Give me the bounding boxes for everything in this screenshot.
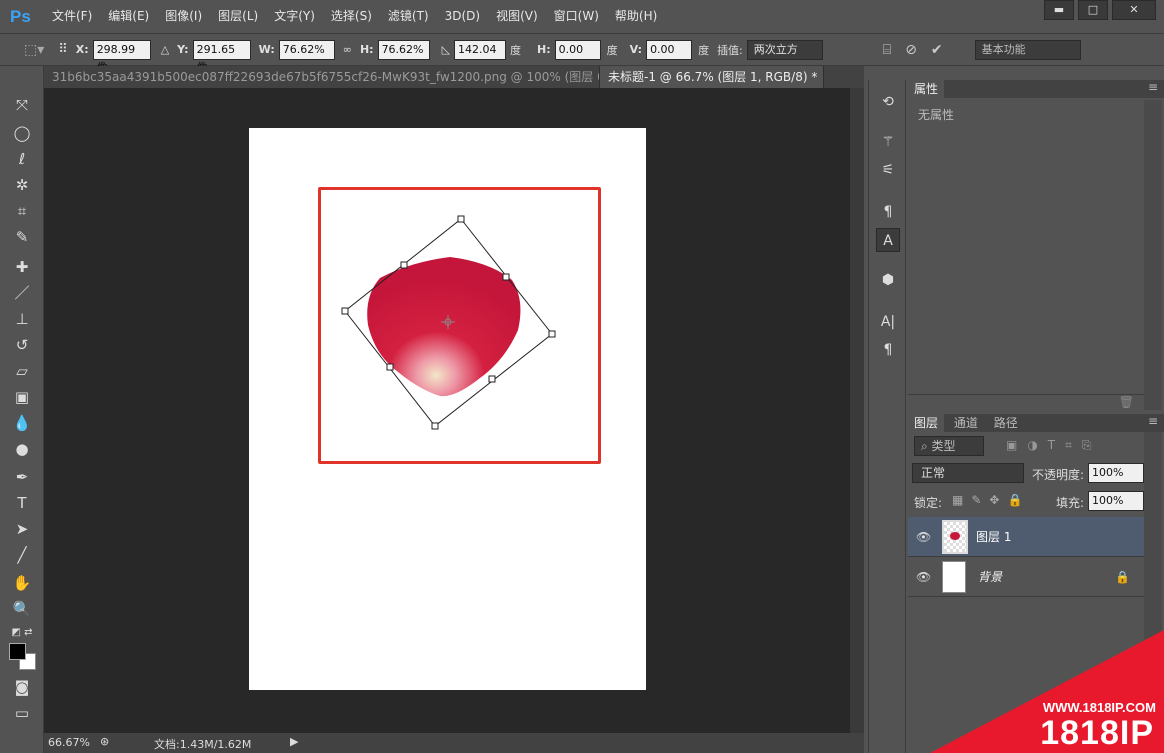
lock-icons[interactable]: ▦✎✥🔒 [952,493,1030,507]
opacity-field[interactable]: 100% [1088,463,1144,483]
transform-handle[interactable] [400,261,408,269]
tab-properties[interactable]: 属性 [908,80,945,98]
petal-thumb [950,531,960,540]
transform-handle[interactable] [502,273,510,281]
layer-filter-select[interactable]: ⌕ 类型 [914,436,984,456]
transform-handle[interactable] [431,422,439,430]
transform-handle[interactable] [457,215,465,223]
properties-empty: 无属性 [918,108,955,122]
trash-icon[interactable]: 🗑 [1119,395,1134,409]
transform-handle[interactable] [341,307,349,315]
paragraph-panel-icon[interactable]: ¶ [876,338,900,362]
layer-name[interactable]: 图层 1 [976,528,1011,545]
tab-paths[interactable]: 路径 [988,414,1024,432]
blend-mode-value: 正常 [921,466,946,480]
character-panel-icon[interactable]: A| [876,310,900,334]
layer-thumbnail [942,560,966,593]
layer-row-1[interactable]: 👁 图层 1 [908,517,1144,557]
lock-icon: 🔒 [1115,569,1130,584]
search-icon: ⌕ [921,439,932,453]
3d-panel-icon[interactable]: ⬢ [876,268,900,292]
panel-menu-icon[interactable]: ≡ [1148,414,1158,428]
layers-tabbar: 图层 通道 路径 ≡ [908,414,1164,432]
fill-label: 填充: [1056,496,1085,510]
history-panel-icon[interactable]: ⟲ [876,90,900,114]
layer-thumbnail [942,519,968,554]
document-size: 文档:1.43M/1.62M [154,738,252,751]
visibility-eye-icon[interactable]: 👁 [916,530,932,544]
visibility-eye-icon[interactable]: 👁 [916,570,932,584]
layer-row-background[interactable]: 👁 背景 🔒 [908,557,1144,597]
brush-panel-icon[interactable]: ⚚ [876,130,900,154]
adjust-panel-icon[interactable]: ⚟ [876,158,900,182]
fill-field[interactable]: 100% [1088,491,1144,511]
layer-filter-icons[interactable]: ▣◑T⌗⎘ [1006,438,1102,453]
filter-kind: 类型 [931,439,956,453]
character-style-icon[interactable]: A [876,228,900,252]
watermark: WWW.1818IP.COM 1818IP [930,630,1164,753]
status-bar: 66.67% ⊛ 文档:1.43M/1.62M ▶ [44,733,864,753]
transform-handle[interactable] [386,363,394,371]
actions-panel-icon[interactable]: ¶ [876,200,900,224]
share-icon[interactable]: ⊛ [100,735,109,748]
rose-petal[interactable] [367,257,521,397]
layer-name[interactable]: 背景 [978,568,1002,585]
watermark-url: WWW.1818IP.COM [1042,700,1156,715]
status-menu-arrow-icon[interactable]: ▶ [290,735,298,748]
tab-layers[interactable]: 图层 [908,414,945,432]
properties-scrollbar[interactable] [1144,100,1162,410]
foreground-color-swatch[interactable] [9,643,26,660]
transform-handle[interactable] [548,330,556,338]
watermark-brand: 1818IP [1040,714,1154,752]
transform-handle[interactable] [488,375,496,383]
opacity-label: 不透明度: [1032,468,1085,482]
lock-label: 锁定: [914,496,943,510]
panel-icon-strip: ⟲ ⚚ ⚟ ¶ A ⬢ A| ¶ [868,80,906,753]
tab-channels[interactable]: 通道 [948,414,984,432]
properties-tabbar: 属性 ≡ [908,80,1164,98]
panel-menu-icon[interactable]: ≡ [1148,80,1158,94]
blend-mode-select[interactable]: 正常 [912,463,1024,483]
zoom-level[interactable]: 66.67% [48,736,90,749]
